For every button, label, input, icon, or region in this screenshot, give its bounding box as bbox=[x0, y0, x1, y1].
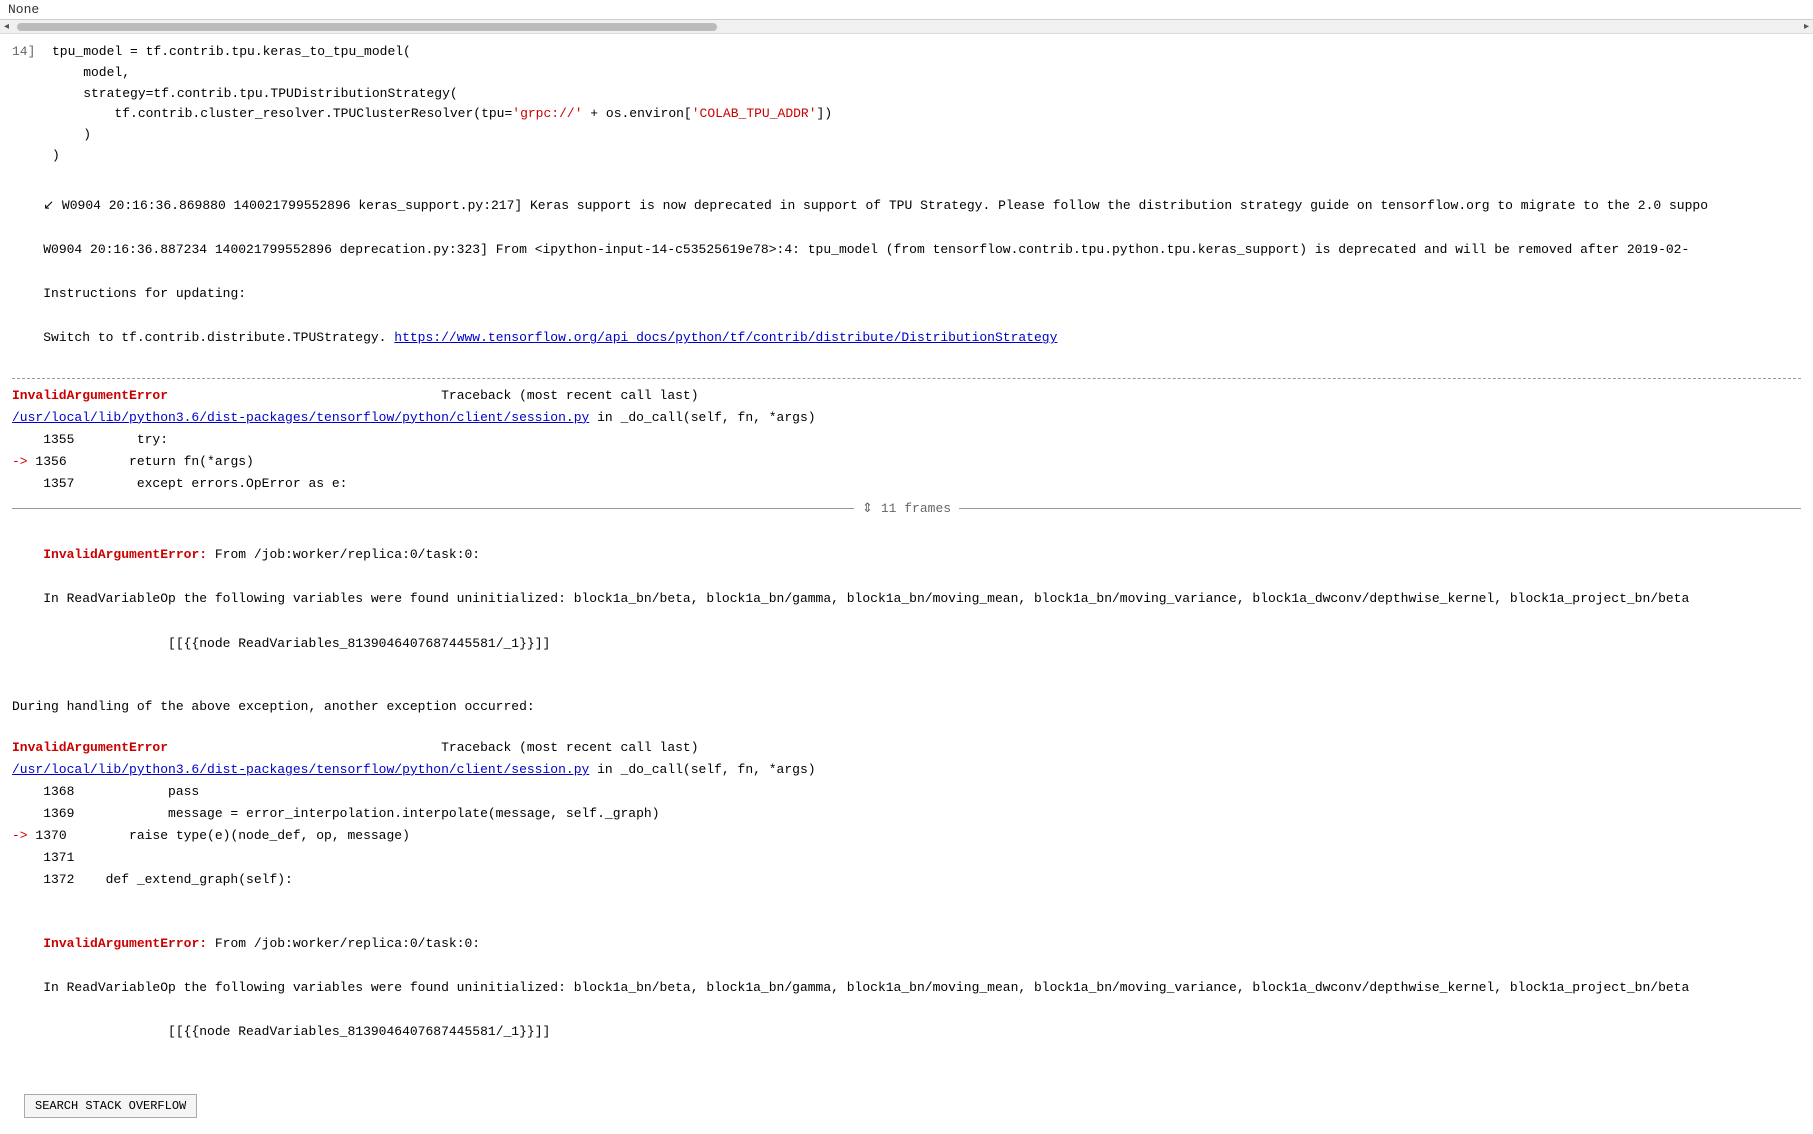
code-line-14: 14] tpu_model = tf.contrib.tpu.keras_to_… bbox=[12, 42, 1801, 63]
error1-section: InvalidArgumentError: From /job:worker/r… bbox=[0, 520, 1813, 679]
error-title-1: InvalidArgumentError bbox=[12, 388, 168, 403]
code-line-paren2: ) bbox=[12, 146, 1801, 167]
traceback1-header: InvalidArgumentError Traceback (most rec… bbox=[12, 385, 1801, 407]
scroll-right-arrow[interactable]: ▸ bbox=[1804, 21, 1809, 33]
traceback1-line-1357: 1357 except errors.OpError as e: bbox=[12, 473, 1801, 495]
code-block: 14] tpu_model = tf.contrib.tpu.keras_to_… bbox=[0, 38, 1813, 171]
traceback2-file: /usr/local/lib/python3.6/dist-packages/t… bbox=[12, 759, 1801, 781]
traceback2-line-1368: 1368 pass bbox=[12, 781, 1801, 803]
file-link-2[interactable]: /usr/local/lib/python3.6/dist-packages/t… bbox=[12, 762, 589, 777]
code-text-paren1: ) bbox=[52, 125, 91, 146]
traceback1-line-1356: -> 1356 return fn(*args) bbox=[12, 451, 1801, 473]
traceback1-section: InvalidArgumentError Traceback (most rec… bbox=[0, 383, 1813, 497]
frames-bar: ⇕ 11 frames bbox=[0, 497, 1813, 520]
code-text-14: tpu_model = tf.contrib.tpu.keras_to_tpu_… bbox=[52, 42, 411, 63]
horizontal-scrollbar[interactable]: ◂ ▸ bbox=[0, 20, 1813, 34]
file-link-suffix-2: in _do_call(self, fn, *args) bbox=[597, 762, 815, 777]
code-text-strategy: strategy=tf.contrib.tpu.TPUDistributionS… bbox=[52, 84, 458, 105]
traceback2-line-1369: 1369 message = error_interpolation.inter… bbox=[12, 803, 1801, 825]
line-num-empty5 bbox=[12, 146, 52, 167]
code-text-paren2: ) bbox=[52, 146, 60, 167]
line-num-empty4 bbox=[12, 125, 52, 146]
distribution-strategy-link[interactable]: https://www.tensorflow.org/api_docs/pyth… bbox=[394, 330, 1057, 345]
line-num-empty3 bbox=[12, 104, 52, 125]
warning-section: ↙ W0904 20:16:36.869880 140021799552896 … bbox=[0, 171, 1813, 374]
traceback-label-1: Traceback (most recent call last) bbox=[176, 388, 699, 403]
dash-left bbox=[12, 508, 854, 509]
code-line-paren1: ) bbox=[12, 125, 1801, 146]
code-line-model: model, bbox=[12, 63, 1801, 84]
code-string-colab: 'COLAB_TPU_ADDR' bbox=[692, 104, 817, 125]
frames-count: 11 frames bbox=[881, 501, 951, 516]
line-number-14: 14] bbox=[12, 42, 52, 63]
traceback2-line-1372: 1372 def _extend_graph(self): bbox=[12, 869, 1801, 891]
error-title-2: InvalidArgumentError bbox=[12, 740, 168, 755]
code-text-resolver: tf.contrib.cluster_resolver.TPUClusterRe… bbox=[52, 104, 512, 125]
traceback-label-2: Traceback (most recent call last) bbox=[176, 740, 699, 755]
code-text-model: model, bbox=[52, 63, 130, 84]
code-line-resolver: tf.contrib.cluster_resolver.TPUClusterRe… bbox=[12, 104, 1801, 125]
code-text-environ: + os.environ[ bbox=[583, 104, 692, 125]
traceback2-header: InvalidArgumentError Traceback (most rec… bbox=[12, 737, 1801, 759]
frames-icon: ⇕ bbox=[862, 501, 873, 516]
traceback1-file: /usr/local/lib/python3.6/dist-packages/t… bbox=[12, 407, 1801, 429]
scroll-left-arrow[interactable]: ◂ bbox=[4, 21, 9, 33]
warning-icon: ↙ bbox=[43, 198, 54, 213]
code-text-bracket: ]) bbox=[817, 104, 833, 125]
traceback2-line-1371: 1371 bbox=[12, 847, 1801, 869]
search-stack-overflow-button[interactable]: SEARCH STACK OVERFLOW bbox=[24, 1094, 197, 1118]
traceback2-line-1370: -> 1370 raise type(e)(node_def, op, mess… bbox=[12, 825, 1801, 847]
file-link-1[interactable]: /usr/local/lib/python3.6/dist-packages/t… bbox=[12, 410, 589, 425]
top-bar: None bbox=[0, 0, 1813, 20]
error2-section: InvalidArgumentError: From /job:worker/r… bbox=[0, 909, 1813, 1068]
error2-title: InvalidArgumentError: bbox=[43, 936, 207, 951]
top-bar-text: None bbox=[8, 2, 39, 17]
error1-title: InvalidArgumentError: bbox=[43, 547, 207, 562]
code-line-strategy: strategy=tf.contrib.tpu.TPUDistributionS… bbox=[12, 84, 1801, 105]
main-content: 14] tpu_model = tf.contrib.tpu.keras_to_… bbox=[0, 34, 1813, 1134]
scroll-bar-thumb[interactable] bbox=[17, 23, 717, 31]
code-string-grpc: 'grpc://' bbox=[512, 104, 582, 125]
divider1 bbox=[12, 378, 1801, 379]
traceback1-line-1355: 1355 try: bbox=[12, 429, 1801, 451]
traceback2-section: InvalidArgumentError Traceback (most rec… bbox=[0, 735, 1813, 894]
line-num-empty2 bbox=[12, 84, 52, 105]
file-link-suffix-1: in _do_call(self, fn, *args) bbox=[597, 410, 815, 425]
dash-right bbox=[959, 508, 1801, 509]
line-num-empty1 bbox=[12, 63, 52, 84]
between-text: During handling of the above exception, … bbox=[0, 694, 1813, 720]
search-button-container: SEARCH STACK OVERFLOW bbox=[0, 1082, 1813, 1130]
